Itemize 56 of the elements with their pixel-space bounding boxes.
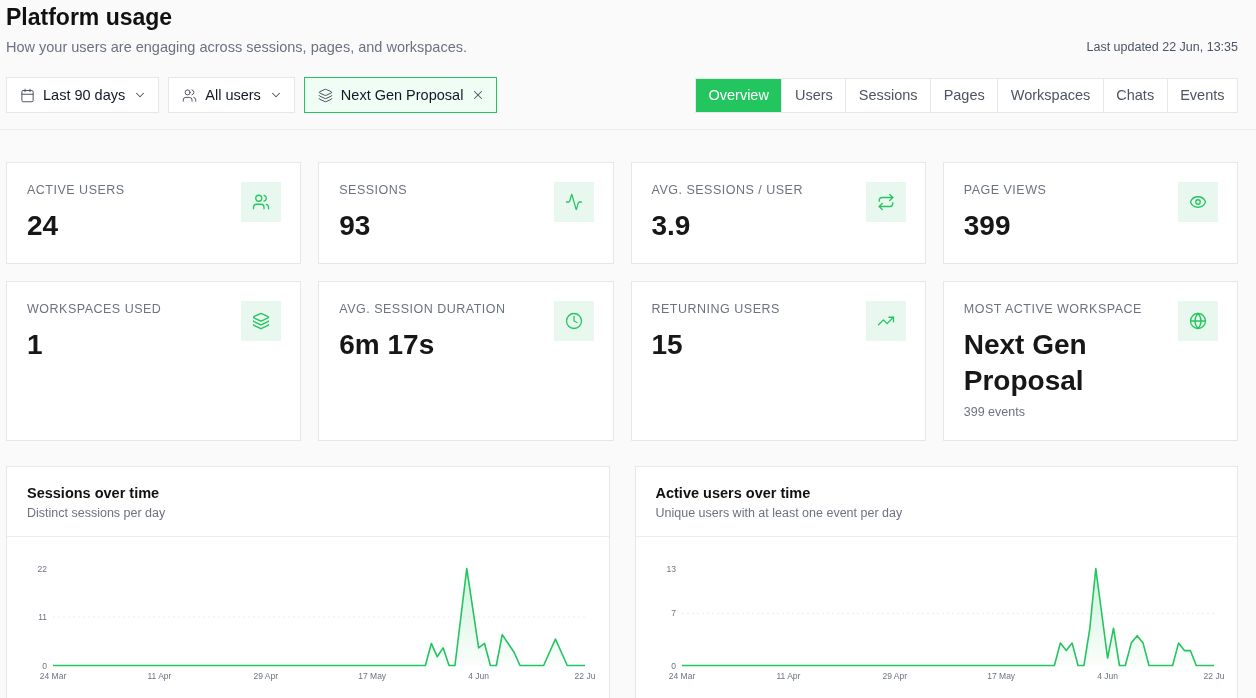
users-icon — [182, 87, 198, 103]
stat-value: Next Gen Proposal — [963, 328, 1088, 398]
workspace-filter-chip[interactable]: Next Gen Proposal — [303, 77, 498, 113]
page-subtitle: How your users are engaging across sessions, pages, and workspaces. — [6, 38, 468, 57]
stat-value: 1 — [27, 328, 44, 362]
clock-icon — [553, 301, 594, 341]
stat-value: 6m 17s — [339, 328, 436, 362]
axis-label: 17 May — [986, 671, 1015, 681]
filter-dropdown[interactable]: Last 90 days — [6, 77, 160, 113]
stat-label: ACTIVE USERS — [27, 182, 125, 198]
axis-label: 29 Apr — [882, 671, 907, 681]
stat-label: RETURNING USERS — [651, 301, 780, 317]
stat-note: 399 events — [963, 404, 1026, 421]
stat-label: PAGE VIEWS — [963, 182, 1047, 198]
calendar-icon — [20, 87, 35, 103]
stat-label: MOST ACTIVE WORKSPACE — [963, 301, 1143, 317]
axis-label: 11 Apr — [147, 671, 172, 681]
users-icon — [241, 182, 282, 222]
stat-label: AVG. SESSION DURATION — [339, 301, 506, 317]
globe-icon — [1178, 301, 1218, 341]
chart-subtitle: Distinct sessions per day — [27, 505, 167, 521]
axis-label: 11 Apr — [775, 671, 800, 681]
stat-value: 3.9 — [651, 209, 692, 243]
axis-label: 4 Jun — [1096, 671, 1118, 681]
stat-value: 93 — [339, 209, 372, 243]
axis-label: 17 May — [358, 671, 387, 681]
axis-label: 7 — [670, 608, 676, 619]
page-title: Platform usage — [6, 3, 174, 31]
last-updated-text: Last updated 22 Jun, 13:35 — [1086, 39, 1238, 56]
stat-value: 24 — [27, 209, 60, 243]
stat-label: AVG. SESSIONS / USER — [651, 182, 803, 198]
axis-label: 29 Apr — [253, 671, 279, 681]
axis-label: 24 Mar — [668, 671, 695, 681]
trend-up-icon — [865, 301, 906, 341]
axis-label: 0 — [42, 660, 47, 671]
stat-label: WORKSPACES USED — [27, 301, 162, 317]
stat-value: 399 — [963, 209, 1012, 243]
axis-label: 13 — [666, 563, 676, 574]
filter-dropdown[interactable]: All users — [168, 77, 295, 113]
layers-icon — [241, 301, 282, 341]
repeat-arrows-icon — [865, 182, 906, 222]
stat-value: 15 — [651, 328, 684, 362]
axis-label: 22 Ju — [574, 671, 596, 681]
layers-icon — [317, 87, 333, 103]
axis-label: 22 Ju — [1203, 671, 1224, 681]
axis-label: 4 Jun — [468, 671, 489, 681]
axis-label: 24 Mar — [39, 671, 67, 681]
pulse-icon — [553, 182, 594, 222]
axis-label: 11 — [38, 612, 47, 622]
stat-label: SESSIONS — [339, 182, 408, 198]
chart-title: Sessions over time — [27, 484, 161, 502]
axis-label: 0 — [670, 660, 676, 671]
axis-label: 22 — [37, 563, 47, 574]
eye-icon — [1178, 182, 1218, 222]
chart-subtitle: Unique users with at least one event per day — [655, 505, 904, 521]
chart-title: Active users over time — [655, 484, 812, 502]
